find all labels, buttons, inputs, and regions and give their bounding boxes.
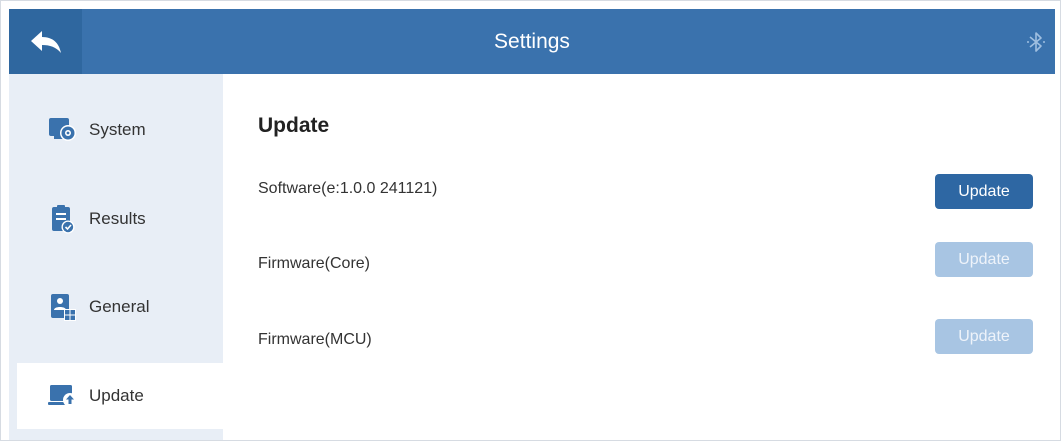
system-settings-icon: [48, 115, 78, 145]
section-title: Update: [258, 114, 330, 137]
sidebar-item-label: System: [89, 120, 146, 139]
sidebar-item-general[interactable]: General: [17, 274, 223, 340]
clipboard-check-icon: [48, 204, 78, 234]
header-bar: Settings: [9, 9, 1055, 74]
sidebar-item-label: Update: [89, 386, 144, 405]
sidebar-item-system[interactable]: System: [17, 97, 223, 163]
back-button[interactable]: [9, 9, 82, 74]
sidebar: System Results General Update: [9, 74, 223, 440]
sidebar-item-results[interactable]: Results: [17, 186, 223, 252]
settings-window: Settings System Results General Update U…: [0, 0, 1061, 441]
firmware-mcu-update-button[interactable]: Update: [935, 319, 1033, 354]
user-grid-icon: [48, 292, 78, 322]
software-update-button[interactable]: Update: [935, 174, 1033, 209]
firmware-core-label: Firmware(Core): [258, 255, 370, 272]
page-title: Settings: [494, 30, 570, 53]
sidebar-item-label: General: [89, 297, 150, 316]
firmware-core-update-button[interactable]: Update: [935, 242, 1033, 277]
update-panel: Update Software(e:1.0.0 241121) Update F…: [223, 74, 1055, 440]
sidebar-item-update[interactable]: Update: [17, 363, 223, 429]
laptop-upload-icon: [48, 381, 78, 411]
back-arrow-icon: [30, 30, 61, 53]
software-version-label: Software(e:1.0.0 241121): [258, 180, 438, 197]
sidebar-item-label: Results: [89, 209, 146, 228]
firmware-mcu-label: Firmware(MCU): [258, 331, 372, 348]
bluetooth-icon[interactable]: [1025, 31, 1047, 53]
